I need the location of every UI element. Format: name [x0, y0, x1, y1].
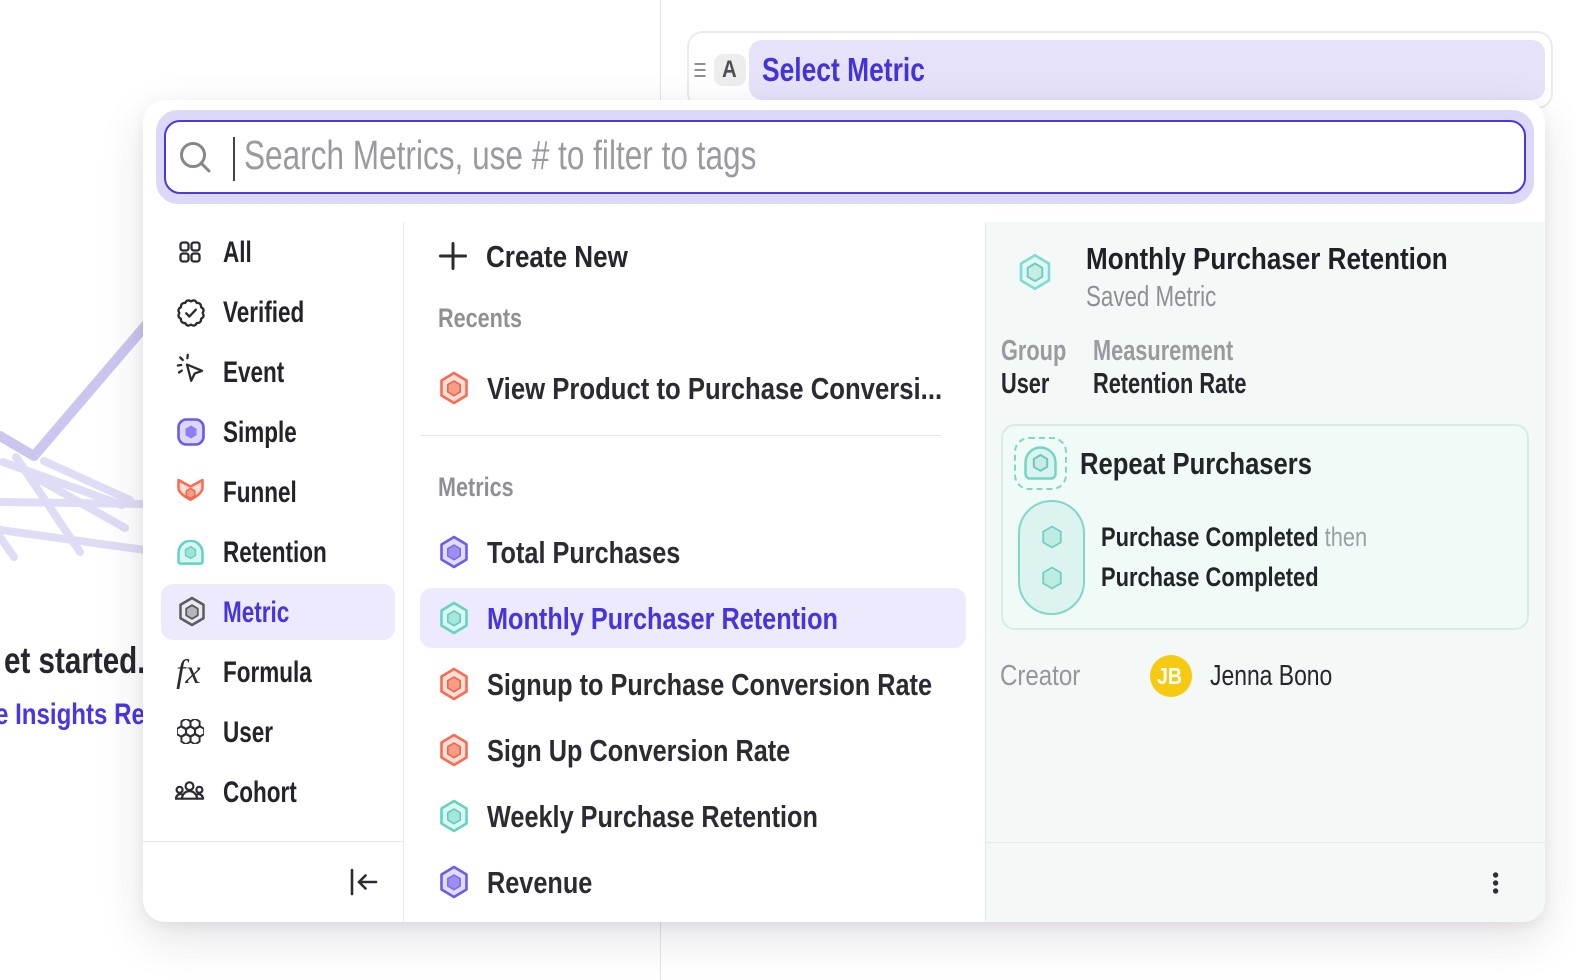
svg-text:fx: fx: [176, 657, 201, 689]
